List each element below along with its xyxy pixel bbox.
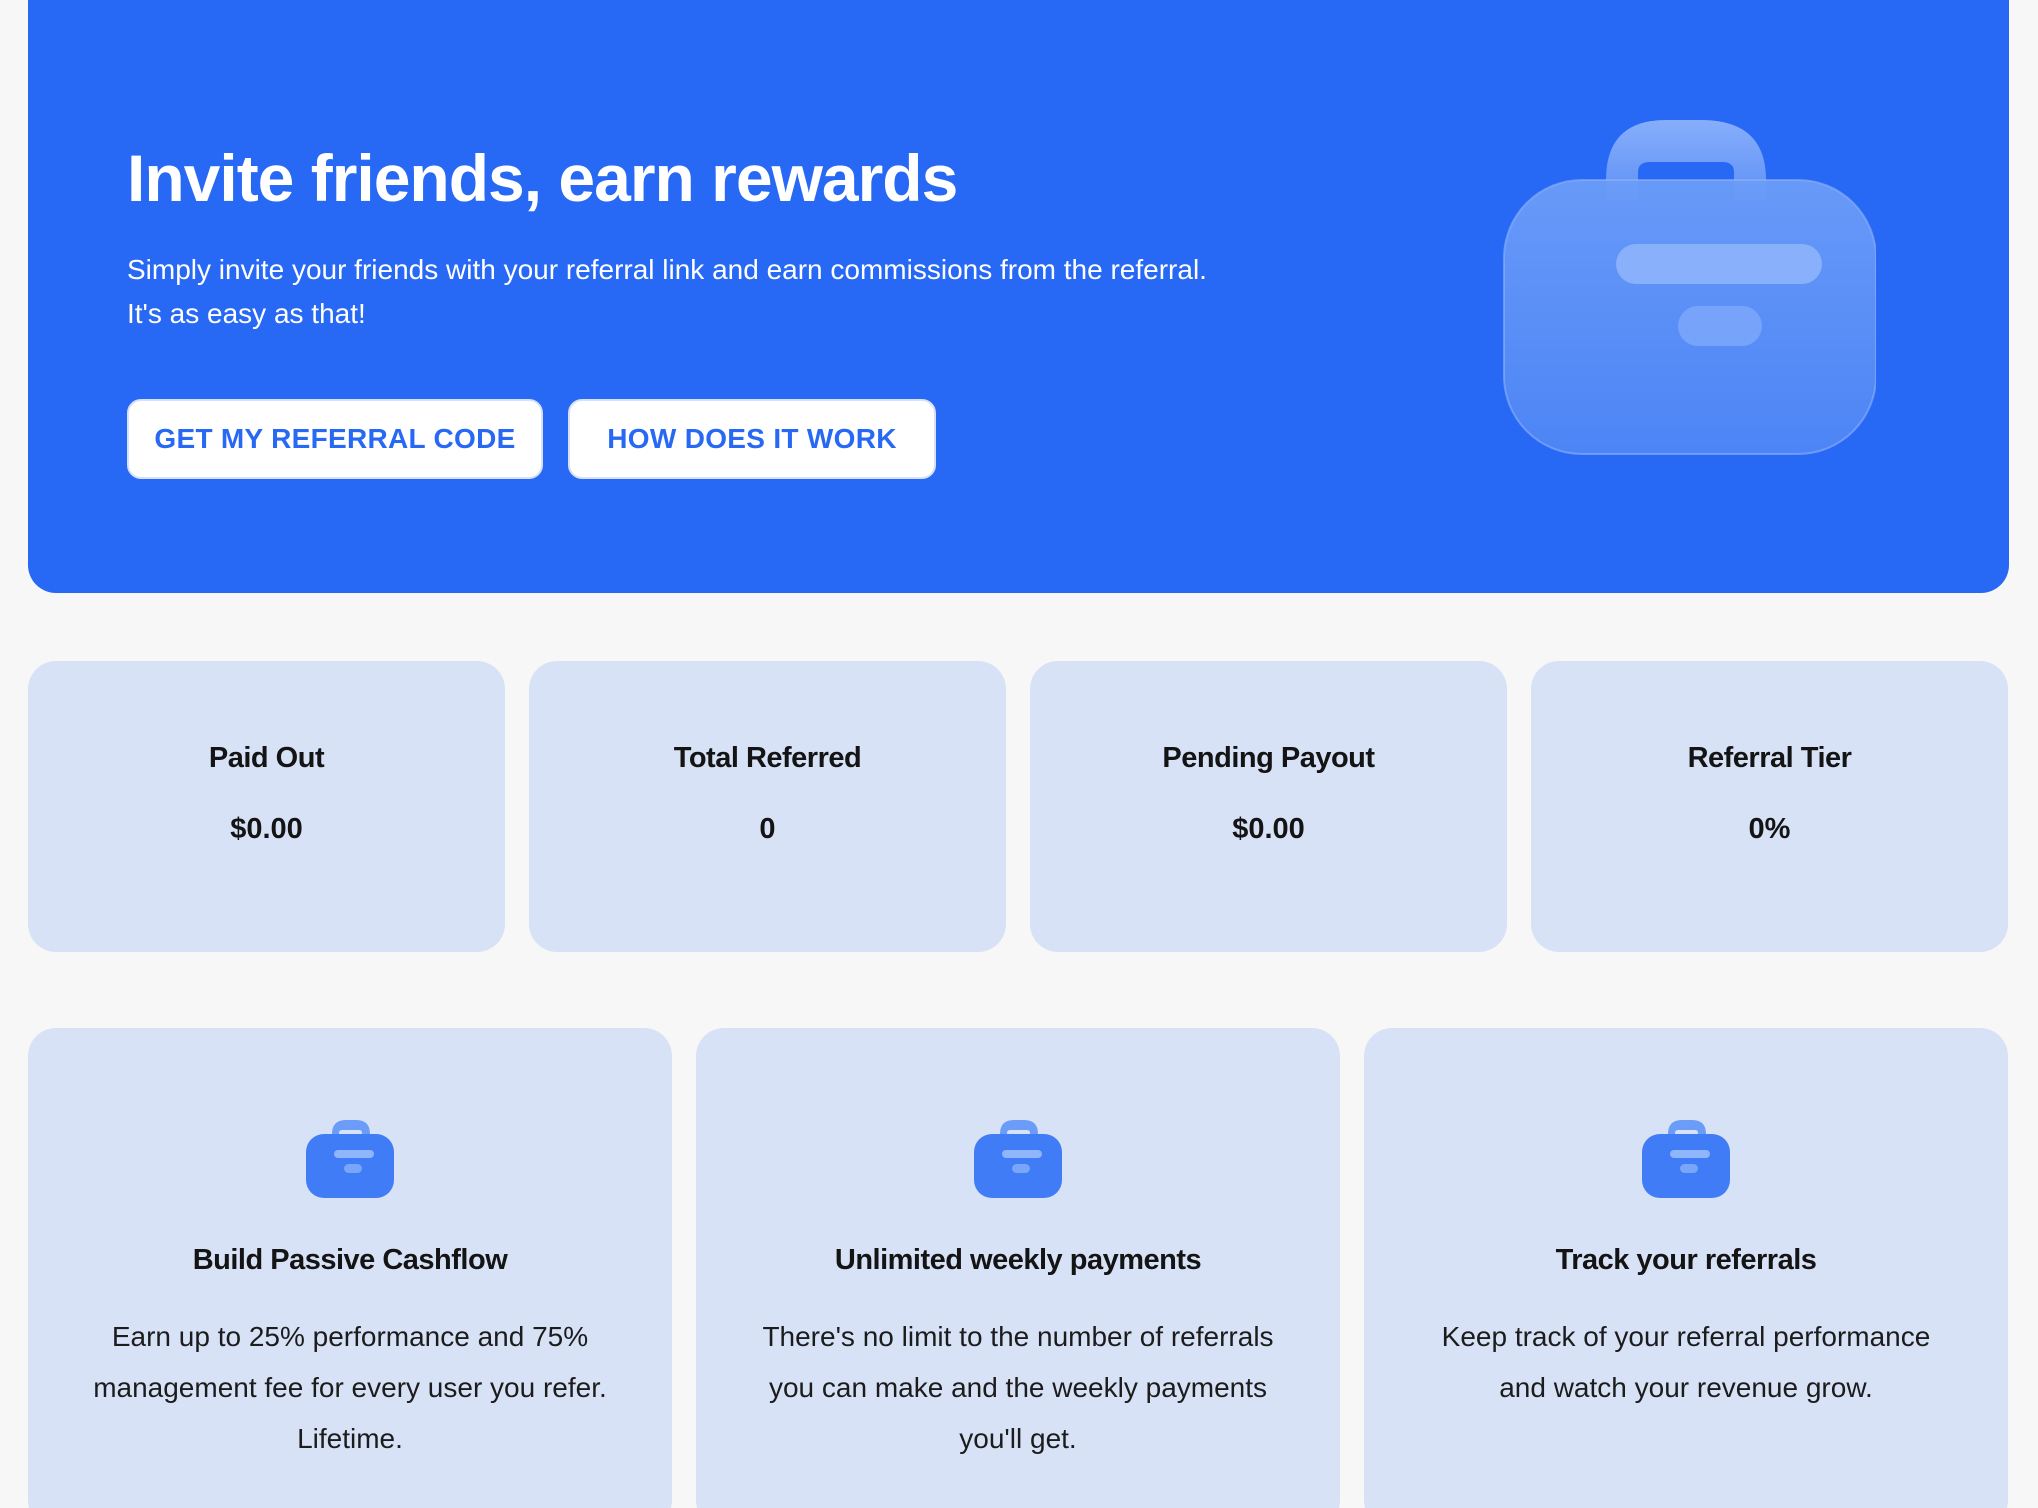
stat-value: 0 xyxy=(759,813,776,845)
feature-title: Unlimited weekly payments xyxy=(834,1244,1202,1276)
feature-description: There's no limit to the number of referr… xyxy=(740,1311,1296,1464)
hero-actions: GET MY REFERRAL CODE HOW DOES IT WORK xyxy=(127,399,936,479)
stat-label: Referral Tier xyxy=(1687,742,1852,774)
stat-card-paid-out: Paid Out $0.00 xyxy=(28,661,505,952)
stat-label: Total Referred xyxy=(673,742,862,774)
feature-description: Earn up to 25% performance and 75% manag… xyxy=(72,1311,628,1464)
how-it-works-button[interactable]: HOW DOES IT WORK xyxy=(568,399,936,479)
feature-title: Track your referrals xyxy=(1555,1244,1817,1276)
feature-description-line: There's no limit to the number of referr… xyxy=(762,1321,1274,1352)
referral-page: Invite friends, earn rewards Simply invi… xyxy=(0,0,2038,1508)
stat-label: Paid Out xyxy=(208,742,325,774)
feature-card-weekly-payments: Unlimited weekly payments There's no lim… xyxy=(696,1028,1340,1508)
stat-value: $0.00 xyxy=(230,813,303,845)
hero-banner: Invite friends, earn rewards Simply invi… xyxy=(28,0,2009,593)
feature-description-line: you can make and the weekly payments xyxy=(768,1372,1268,1403)
hero-subtitle: Simply invite your friends with your ref… xyxy=(127,248,1327,336)
briefcase-icon xyxy=(1642,1120,1730,1198)
feature-title: Build Passive Cashflow xyxy=(192,1244,508,1276)
briefcase-icon xyxy=(1503,120,1876,455)
briefcase-icon xyxy=(974,1120,1062,1198)
stat-value: 0% xyxy=(1748,813,1791,845)
feature-card-track-referrals: Track your referrals Keep track of your … xyxy=(1364,1028,2008,1508)
hero-title: Invite friends, earn rewards xyxy=(127,141,958,215)
feature-description-line: Earn up to 25% performance and 75% xyxy=(111,1321,589,1352)
stat-card-referral-tier: Referral Tier 0% xyxy=(1531,661,2008,952)
stat-card-pending-payout: Pending Payout $0.00 xyxy=(1030,661,1507,952)
stat-card-total-referred: Total Referred 0 xyxy=(529,661,1006,952)
stat-label: Pending Payout xyxy=(1162,742,1375,774)
feature-description-line: and watch your revenue grow. xyxy=(1499,1372,1873,1403)
feature-description-line: you'll get. xyxy=(959,1423,1077,1454)
stat-value: $0.00 xyxy=(1232,813,1305,845)
feature-description: Keep track of your referral performance … xyxy=(1408,1311,1964,1413)
feature-description-line: Lifetime. xyxy=(297,1423,403,1454)
hero-subtitle-line-2: It's as easy as that! xyxy=(127,298,366,329)
hero-subtitle-line-1: Simply invite your friends with your ref… xyxy=(127,254,1207,285)
briefcase-icon xyxy=(306,1120,394,1198)
feature-description-line: Keep track of your referral performance xyxy=(1441,1321,1931,1352)
get-referral-code-button[interactable]: GET MY REFERRAL CODE xyxy=(127,399,543,479)
feature-description-line: management fee for every user you refer. xyxy=(93,1372,607,1403)
feature-card-passive-cashflow: Build Passive Cashflow Earn up to 25% pe… xyxy=(28,1028,672,1508)
